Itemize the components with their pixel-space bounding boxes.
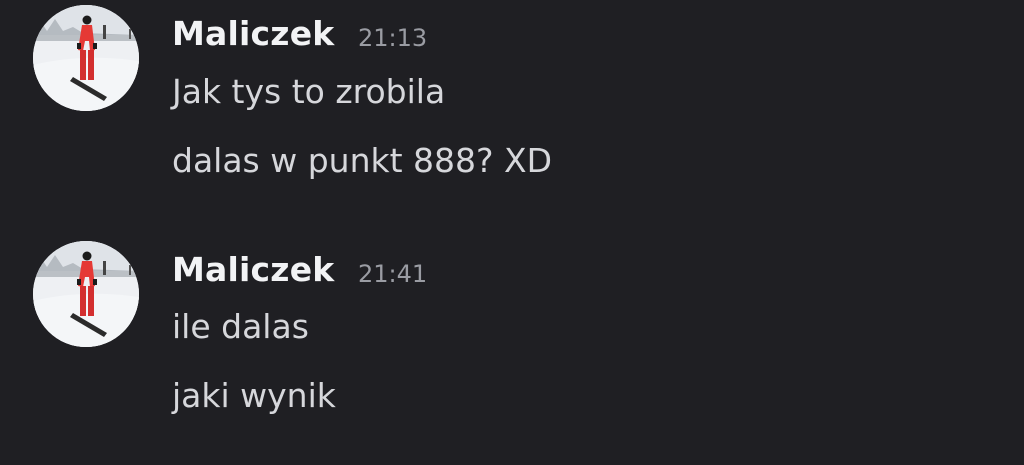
snowboarder-avatar-image	[33, 241, 139, 347]
message-text[interactable]: ile dalas	[172, 307, 309, 347]
username[interactable]: Maliczek	[172, 14, 334, 54]
message-text[interactable]: Jak tys to zrobila	[172, 72, 445, 112]
avatar[interactable]	[33, 241, 139, 347]
timestamp: 21:13	[358, 24, 428, 52]
snowboarder-avatar-image	[33, 5, 139, 111]
timestamp: 21:41	[358, 260, 428, 288]
username[interactable]: Maliczek	[172, 250, 334, 290]
avatar[interactable]	[33, 5, 139, 111]
message-text[interactable]: dalas w punkt 888? XD	[172, 141, 552, 181]
message-text[interactable]: jaki wynik	[172, 376, 336, 416]
